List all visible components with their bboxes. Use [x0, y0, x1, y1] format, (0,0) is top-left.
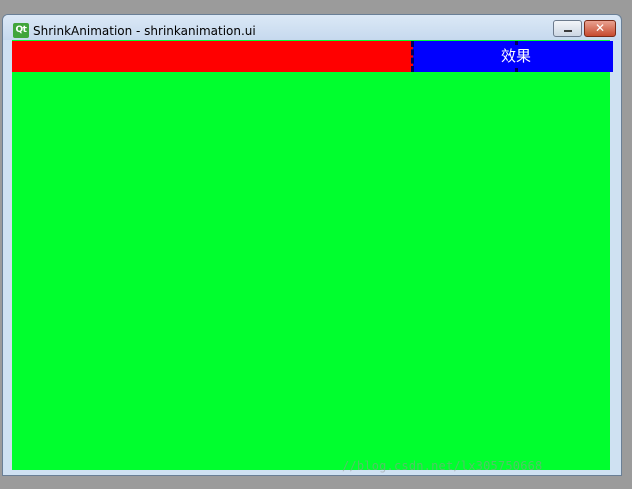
watermark-text: //blog.csdn.net/lx305750668 [342, 459, 543, 473]
minimize-button[interactable] [553, 20, 582, 37]
close-icon: ✕ [594, 21, 606, 35]
red-panel [12, 41, 413, 72]
effect-button[interactable]: 效果 [413, 41, 613, 72]
focus-marker-left [411, 41, 414, 72]
central-widget [12, 40, 610, 470]
focus-marker-right [515, 41, 518, 72]
app-window: Qt ShrinkAnimation - shrinkanimation.ui … [0, 0, 632, 489]
window-title: ShrinkAnimation - shrinkanimation.ui [33, 24, 256, 38]
minimize-icon [564, 30, 572, 32]
qt-app-icon: Qt [13, 23, 29, 38]
close-button[interactable]: ✕ [584, 20, 616, 37]
